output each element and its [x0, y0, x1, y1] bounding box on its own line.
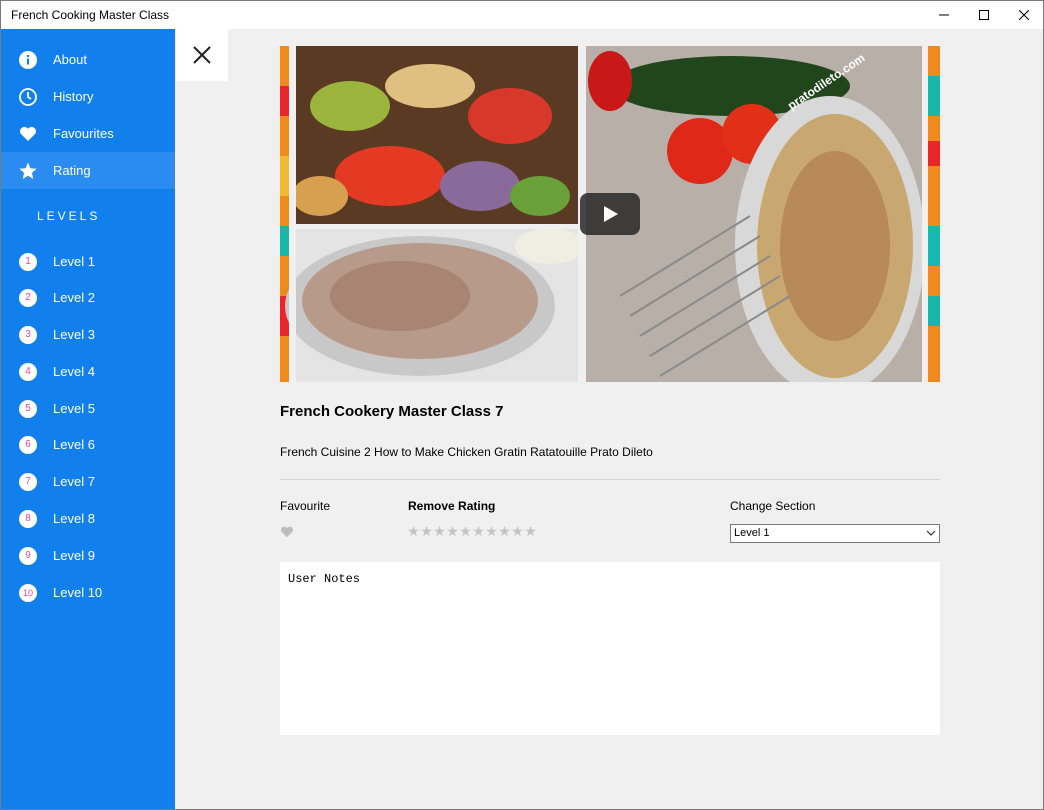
sidebar-item-level-9[interactable]: 9 Level 9	[1, 537, 175, 574]
sidebar-item-label: Rating	[53, 163, 91, 178]
sidebar-item-label: Level 6	[53, 437, 95, 452]
play-button[interactable]	[580, 193, 640, 235]
level-badge: 2	[18, 288, 38, 308]
divider	[280, 479, 940, 480]
sidebar-item-label: Level 10	[53, 585, 103, 600]
level-badge: 5	[18, 399, 38, 419]
sidebar-item-label: About	[53, 52, 87, 67]
chevron-down-icon	[926, 530, 936, 536]
sidebar-item-label: Level 4	[53, 364, 95, 379]
window-close-button[interactable]	[1001, 1, 1043, 29]
sidebar-item-label: Level 9	[53, 548, 95, 563]
sidebar-item-label: Level 2	[53, 290, 95, 305]
level-badge: 4	[18, 362, 38, 382]
level-badge: 6	[18, 435, 38, 455]
sidebar-item-label: Level 8	[53, 511, 95, 526]
rating-star-icon[interactable]: ★	[420, 524, 433, 538]
sidebar-item-label: Level 5	[53, 401, 95, 416]
video-player[interactable]: pratodileto.com	[280, 46, 940, 382]
maximize-icon	[979, 10, 989, 20]
sidebar-item-label: Favourites	[53, 126, 114, 141]
sidebar-item-level-7[interactable]: 7 Level 7	[1, 463, 175, 500]
level-badge: 7	[18, 472, 38, 492]
rating-star-icon[interactable]: ★	[407, 524, 420, 538]
title-bar: French Cooking Master Class	[1, 1, 1043, 29]
sidebar-item-label: History	[53, 89, 94, 104]
video-description: French Cuisine 2 How to Make Chicken Gra…	[280, 445, 653, 459]
user-notes-text: User Notes	[288, 572, 361, 586]
remove-rating-button[interactable]: Remove Rating	[408, 499, 495, 513]
levels-header: LEVELS	[37, 209, 101, 223]
rating-star-icon[interactable]: ★	[485, 524, 498, 538]
level-badge: 1	[18, 252, 38, 272]
sidebar-item-level-3[interactable]: 3 Level 3	[1, 316, 175, 353]
play-icon	[604, 206, 618, 222]
sidebar-item-level-8[interactable]: 8 Level 8	[1, 500, 175, 537]
change-section-label: Change Section	[730, 499, 816, 513]
sidebar-item-level-10[interactable]: 10 Level 10	[1, 574, 175, 611]
heart-icon	[281, 526, 293, 538]
window-title: French Cooking Master Class	[11, 8, 170, 22]
rating-star-icon[interactable]: ★	[498, 524, 511, 538]
user-notes-field[interactable]: User Notes	[280, 562, 940, 735]
star-icon	[18, 161, 38, 181]
section-select[interactable]: Level 1	[730, 524, 940, 543]
sidebar-item-label: Level 1	[53, 254, 95, 269]
app-window: French Cooking Master Class About Histor…	[0, 0, 1044, 810]
sidebar-item-level-6[interactable]: 6 Level 6	[1, 426, 175, 463]
clock-icon	[18, 87, 38, 107]
sidebar-item-level-4[interactable]: 4 Level 4	[1, 353, 175, 390]
sidebar-item-label: Level 3	[53, 327, 95, 342]
favourite-label: Favourite	[280, 499, 331, 513]
favourite-toggle[interactable]	[280, 525, 294, 543]
heart-icon	[18, 124, 38, 144]
rating-star-icon[interactable]: ★	[524, 524, 537, 538]
sidebar-item-level-1[interactable]: 1 Level 1	[1, 243, 175, 280]
sidebar-item-about[interactable]: About	[1, 41, 175, 78]
close-icon	[193, 46, 211, 64]
level-badge: 3	[18, 325, 38, 345]
info-icon	[18, 50, 38, 70]
level-badge: 9	[18, 546, 38, 566]
sidebar: About History Favourites Rating LEVELS 1…	[1, 29, 175, 809]
sidebar-item-favourites[interactable]: Favourites	[1, 115, 175, 152]
sidebar-item-level-2[interactable]: 2 Level 2	[1, 279, 175, 316]
rating-star-icon[interactable]: ★	[511, 524, 524, 538]
close-icon	[1019, 10, 1029, 20]
video-title: French Cookery Master Class 7	[280, 403, 504, 420]
section-select-value: Level 1	[734, 527, 770, 539]
sidebar-item-rating[interactable]: Rating	[1, 152, 175, 189]
rating-star-icon[interactable]: ★	[459, 524, 472, 538]
rating-star-icon[interactable]: ★	[446, 524, 459, 538]
sidebar-item-level-5[interactable]: 5 Level 5	[1, 390, 175, 427]
close-panel-button[interactable]	[176, 29, 228, 81]
level-badge: 8	[18, 509, 38, 529]
rating-star-icon[interactable]: ★	[433, 524, 446, 538]
level-badge: 10	[18, 583, 38, 603]
sidebar-item-label: Level 7	[53, 474, 95, 489]
rating-star-icon[interactable]: ★	[472, 524, 485, 538]
sidebar-item-history[interactable]: History	[1, 78, 175, 115]
minimize-icon	[939, 14, 949, 16]
rating-stars[interactable]: ★ ★ ★ ★ ★ ★ ★ ★ ★ ★	[407, 524, 537, 538]
